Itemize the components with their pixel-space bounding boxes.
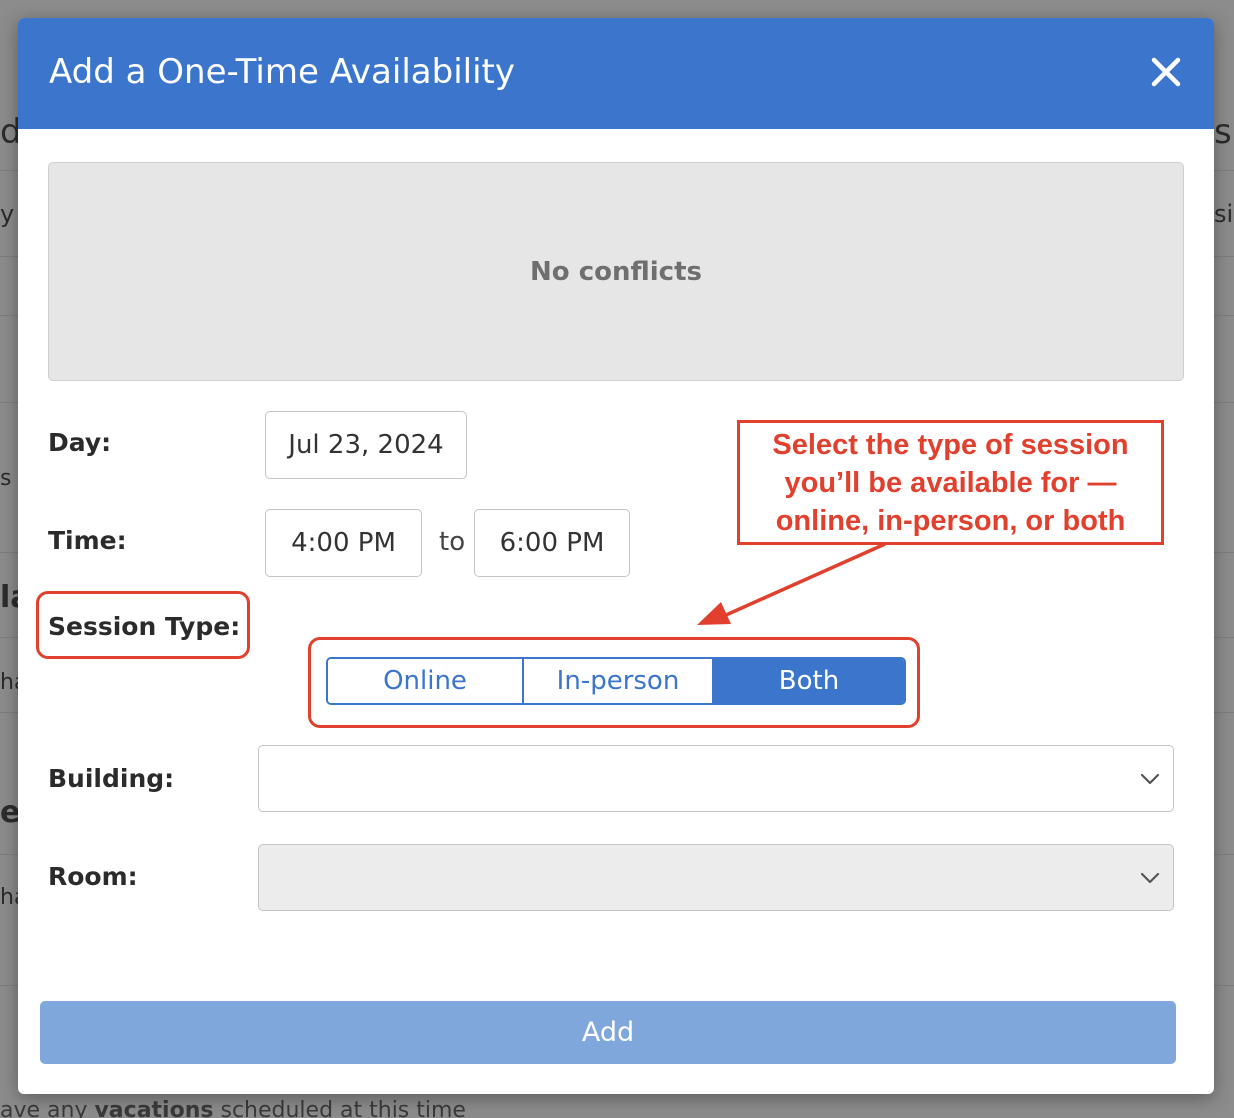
annotation-line: online, in-person, or both <box>775 504 1126 537</box>
conflicts-panel: No conflicts <box>48 162 1184 381</box>
building-select[interactable] <box>258 745 1174 812</box>
annotation-callout: Select the type of session you’ll be ava… <box>737 420 1164 545</box>
background-fragment: si <box>1214 200 1234 228</box>
chevron-down-icon <box>1140 872 1160 884</box>
toggle-highlight <box>308 637 920 728</box>
annotation-line: Select the type of session <box>772 428 1129 461</box>
day-input[interactable]: Jul 23, 2024 <box>265 411 467 479</box>
modal-title: Add a One-Time Availability <box>49 52 515 92</box>
time-separator: to <box>439 527 466 557</box>
conflicts-text: No conflicts <box>530 256 702 287</box>
background-footer: ave any vacations scheduled at this time <box>0 1098 466 1118</box>
background-fragment: s <box>1214 112 1232 152</box>
building-label: Building: <box>48 764 175 793</box>
close-button[interactable] <box>1146 52 1186 92</box>
close-icon <box>1151 57 1181 87</box>
modal-header: Add a One-Time Availability <box>18 18 1214 129</box>
session-type-highlight <box>36 591 250 659</box>
time-label: Time: <box>48 526 127 555</box>
day-label: Day: <box>48 428 112 457</box>
end-time-input[interactable]: 6:00 PM <box>474 509 630 577</box>
room-select <box>258 844 1174 911</box>
availability-modal: Add a One-Time Availability No conflicts… <box>18 18 1214 1094</box>
room-label: Room: <box>48 862 138 891</box>
background-fragment: y <box>0 200 15 228</box>
start-time-input[interactable]: 4:00 PM <box>265 509 422 577</box>
add-button[interactable]: Add <box>40 1001 1176 1064</box>
annotation-line: you’ll be available for — <box>784 466 1117 499</box>
chevron-down-icon <box>1140 773 1160 785</box>
background-fragment: s <box>0 466 12 491</box>
